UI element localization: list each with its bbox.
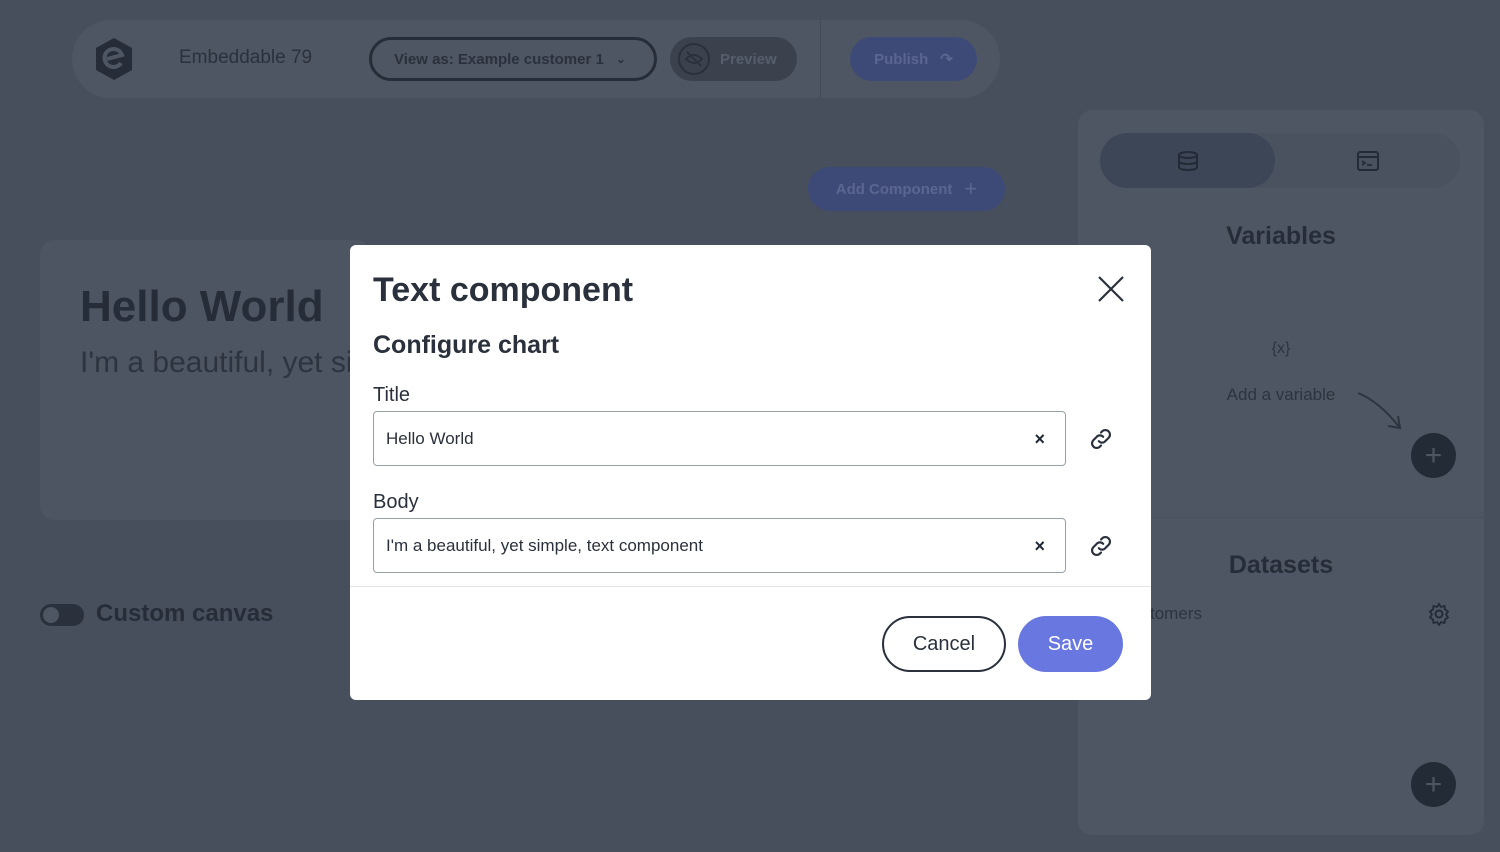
publish-icon: ↷ [940,51,953,68]
card-title: Hello World [80,282,324,331]
add-component-button[interactable]: Add Component + [808,167,1005,211]
add-variable-button[interactable]: + [1411,433,1456,478]
cancel-button[interactable]: Cancel [882,616,1006,672]
body-input-value: I'm a beautiful, yet simple, text compon… [386,535,703,555]
add-dataset-button[interactable]: + [1411,762,1456,807]
tab-data[interactable] [1100,133,1275,188]
link-icon[interactable] [1088,533,1114,559]
title-input-value: Hello World [386,428,474,448]
view-as-dropdown[interactable]: View as: Example customer 1 ⌄ [369,37,657,81]
publish-button[interactable]: Publish ↷ [850,37,977,81]
view-as-label: View as: Example customer 1 [394,50,604,68]
preview-button[interactable]: Preview [670,37,797,81]
modal-title: Text component [373,271,634,309]
database-icon [1177,150,1198,171]
clear-icon[interactable]: × [1034,429,1045,450]
clear-icon[interactable]: × [1034,536,1045,557]
body-input[interactable]: I'm a beautiful, yet simple, text compon… [373,518,1066,573]
add-component-label: Add Component [835,180,953,198]
custom-canvas-toggle[interactable] [40,604,84,626]
gear-icon[interactable] [1427,602,1451,626]
chevron-down-icon: ⌄ [615,52,626,66]
title-input[interactable]: Hello World × [373,411,1066,466]
custom-canvas-label: Custom canvas [96,600,274,627]
title-field-label: Title [373,384,411,406]
preview-label: Preview [720,50,777,68]
card-body: I'm a beautiful, yet simple, text compon… [80,346,350,379]
body-field-label: Body [373,491,419,513]
plus-icon: + [964,176,978,201]
tab-code[interactable] [1275,133,1460,188]
save-button[interactable]: Save [1018,616,1123,672]
modal-divider [350,586,1151,587]
terminal-icon [1356,150,1379,171]
app-name: Embeddable 79 [179,47,313,68]
eye-off-icon [678,43,710,75]
dataset-item[interactable]: tomers [1150,604,1202,624]
embeddable-logo [96,38,132,80]
modal-subtitle: Configure chart [373,331,560,359]
arrow-icon [1357,392,1402,430]
close-icon[interactable] [1095,273,1127,305]
publish-label: Publish [874,50,929,68]
text-component-modal: Text component Configure chart Title Hel… [350,245,1151,700]
toolbar-divider [820,20,821,98]
link-icon[interactable] [1088,426,1114,452]
